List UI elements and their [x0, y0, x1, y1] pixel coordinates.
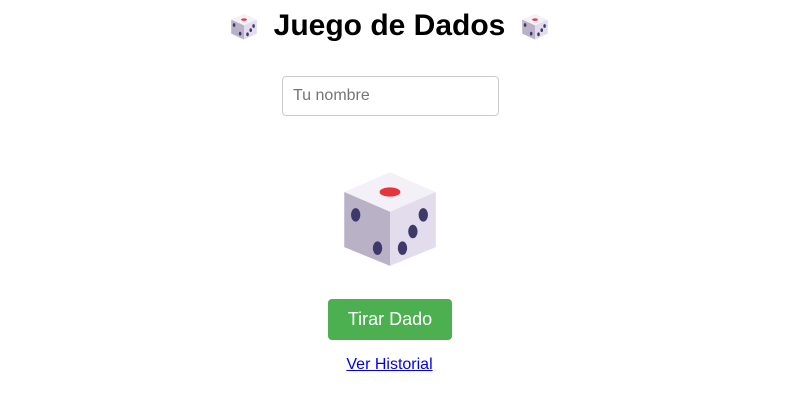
page-title: Juego de Dados: [273, 9, 506, 42]
view-history-link[interactable]: Ver Historial: [346, 356, 432, 373]
game-die-icon: [230, 13, 257, 40]
title-row: Juego de Dados: [0, 6, 779, 46]
page: Juego de Dados Tirar Dado Ver Historial: [0, 0, 797, 420]
history-link-container: Ver Historial: [0, 355, 779, 375]
dice-result-icon: [344, 172, 436, 266]
game-die-icon: [522, 13, 549, 40]
roll-dice-button[interactable]: Tirar Dado: [328, 299, 452, 340]
name-input[interactable]: [282, 76, 499, 116]
